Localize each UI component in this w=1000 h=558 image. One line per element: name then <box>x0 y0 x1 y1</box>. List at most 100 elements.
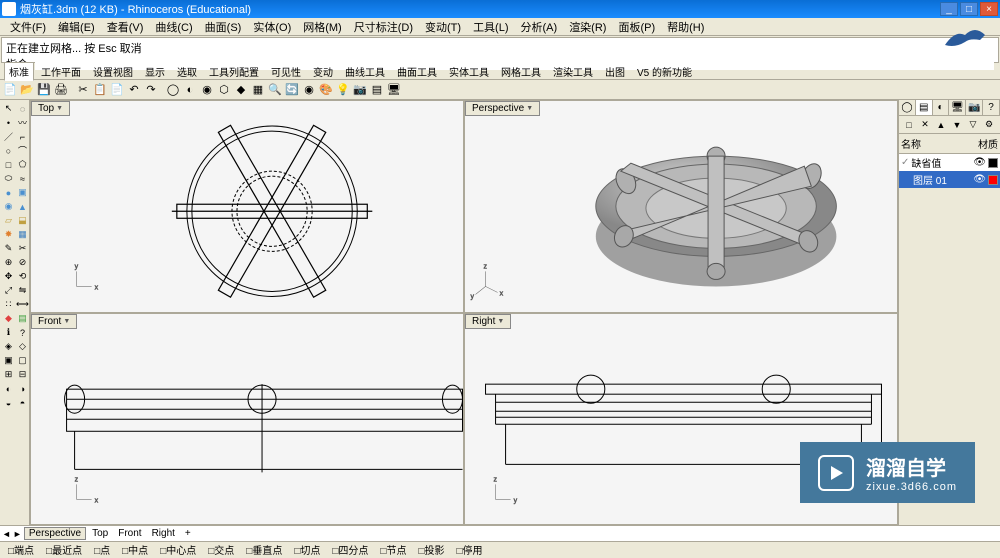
osnap-end[interactable]: □端点 <box>4 541 38 558</box>
tool-x6-icon[interactable]: ⊟ <box>16 368 29 381</box>
panel-tab-camera-icon[interactable]: 📷 <box>966 100 983 115</box>
polygon-icon[interactable]: ⬠ <box>16 158 29 171</box>
tool-m-icon[interactable]: ▤ <box>369 82 385 98</box>
tab-standard[interactable]: 标准 <box>4 62 34 81</box>
layer-new-icon[interactable]: □ <box>901 117 917 133</box>
tab-display[interactable]: 显示 <box>140 62 170 81</box>
layer-down-icon[interactable]: ▼ <box>949 117 965 133</box>
panel-tab-properties-icon[interactable]: ◯ <box>899 100 916 115</box>
move-icon[interactable]: ✥ <box>2 270 15 283</box>
tool-x1-icon[interactable]: ◈ <box>2 340 15 353</box>
extrude-icon[interactable]: ⬓ <box>16 214 29 227</box>
view-tab-right[interactable]: Right <box>148 528 179 539</box>
surface-icon[interactable]: ▱ <box>2 214 15 227</box>
tab-curvetools[interactable]: 曲线工具 <box>340 62 390 81</box>
tool-x9-icon[interactable]: ◒ <box>2 396 15 409</box>
layer-color-swatch[interactable] <box>988 158 998 168</box>
tool-f-icon[interactable]: ▦ <box>250 82 266 98</box>
tool-x5-icon[interactable]: ⊞ <box>2 368 15 381</box>
layer-icon[interactable]: ▤ <box>16 312 29 325</box>
menu-analyze[interactable]: 分析(A) <box>515 18 564 36</box>
sphere-icon[interactable]: ● <box>2 186 15 199</box>
menu-curve[interactable]: 曲线(C) <box>149 18 198 36</box>
tab-layout[interactable]: 工具列配置 <box>204 62 264 81</box>
layer-tools-icon[interactable]: ⚙ <box>981 117 997 133</box>
osnap-mid[interactable]: □中点 <box>118 541 152 558</box>
dim-icon[interactable]: ⟷ <box>16 298 29 311</box>
viewport-right-label[interactable]: Right <box>465 314 511 329</box>
tab-rendertools[interactable]: 渲染工具 <box>548 62 598 81</box>
viewport-front-label[interactable]: Front <box>31 314 77 329</box>
tool-l-icon[interactable]: 📷 <box>352 82 368 98</box>
menu-view[interactable]: 查看(V) <box>101 18 150 36</box>
join-icon[interactable]: ⊕ <box>2 256 15 269</box>
osnap-quad[interactable]: □四分点 <box>328 541 372 558</box>
osnap-disable[interactable]: □停用 <box>453 541 487 558</box>
layer-row-01[interactable]: 图层 01 👁 <box>899 171 1000 188</box>
menu-solid[interactable]: 实体(O) <box>247 18 297 36</box>
layer-visible-icon[interactable]: 👁 <box>973 157 986 168</box>
point-icon[interactable]: • <box>2 116 15 129</box>
tool-n-icon[interactable]: 🖥 <box>386 82 402 98</box>
new-icon[interactable]: 📄 <box>2 82 18 98</box>
view-tab-top[interactable]: Top <box>88 528 112 539</box>
viewport-perspective[interactable]: Perspective <box>465 101 897 312</box>
tab-transform2[interactable]: 变动 <box>308 62 338 81</box>
tab-scroll-left-icon[interactable]: ◄ <box>2 529 11 539</box>
menu-dimension[interactable]: 尺寸标注(D) <box>348 18 419 36</box>
menu-help[interactable]: 帮助(H) <box>661 18 710 36</box>
tool-b-icon[interactable]: ◐ <box>182 82 198 98</box>
menu-transform[interactable]: 变动(T) <box>419 18 467 36</box>
osnap-tan[interactable]: □切点 <box>290 541 324 558</box>
tool-x7-icon[interactable]: ◐ <box>2 382 15 395</box>
split-icon[interactable]: ⊘ <box>16 256 29 269</box>
arc-icon[interactable]: ⌒ <box>16 144 29 157</box>
viewport-top-label[interactable]: Top <box>31 101 70 116</box>
layer-01-visible-icon[interactable]: 👁 <box>973 174 986 185</box>
print-icon[interactable]: 🖨 <box>53 82 69 98</box>
rect-icon[interactable]: □ <box>2 158 15 171</box>
tool-c-icon[interactable]: ◉ <box>199 82 215 98</box>
layer-row-default[interactable]: ✓ 缺省值 👁 <box>899 154 1000 171</box>
menu-render[interactable]: 渲染(R) <box>563 18 612 36</box>
layer-up-icon[interactable]: ▲ <box>933 117 949 133</box>
open-icon[interactable]: 📂 <box>19 82 35 98</box>
layer-01-color-swatch[interactable] <box>988 175 998 185</box>
view-tab-perspective[interactable]: Perspective <box>24 527 86 540</box>
cone-icon[interactable]: ▲ <box>16 200 29 213</box>
lasso-icon[interactable]: ◌ <box>16 102 29 115</box>
cut-icon[interactable]: ✂ <box>75 82 91 98</box>
viewport-perspective-label[interactable]: Perspective <box>465 101 540 116</box>
tool-h-icon[interactable]: 🔄 <box>284 82 300 98</box>
cylinder-icon[interactable]: ◉ <box>2 200 15 213</box>
viewport-top[interactable]: Top xy <box>31 101 463 312</box>
tool-d-icon[interactable]: ⬡ <box>216 82 232 98</box>
tool-i-icon[interactable]: ◉ <box>301 82 317 98</box>
paste-icon[interactable]: 📄 <box>109 82 125 98</box>
rotate-icon[interactable]: ⟲ <box>16 270 29 283</box>
tool-a-icon[interactable]: ◯ <box>165 82 181 98</box>
tab-visibility[interactable]: 可见性 <box>266 62 306 81</box>
prop-icon[interactable]: ℹ <box>2 326 15 339</box>
box-icon[interactable]: ▣ <box>16 186 29 199</box>
tab-setview[interactable]: 设置视图 <box>88 62 138 81</box>
panel-tab-layers-icon[interactable]: ▤ <box>916 100 933 115</box>
osnap-perp[interactable]: □垂直点 <box>242 541 286 558</box>
close-button[interactable]: × <box>980 2 998 16</box>
menu-mesh[interactable]: 网格(M) <box>297 18 348 36</box>
panel-tab-help-icon[interactable]: ? <box>983 100 1000 115</box>
tool-x8-icon[interactable]: ◑ <box>16 382 29 395</box>
tab-v5new[interactable]: V5 的新功能 <box>632 62 697 81</box>
tab-solidtools[interactable]: 实体工具 <box>444 62 494 81</box>
tab-scroll-right-icon[interactable]: ► <box>13 529 22 539</box>
layer-filter-icon[interactable]: ▽ <box>965 117 981 133</box>
trim-icon[interactable]: ✂ <box>16 242 29 255</box>
osnap-cen[interactable]: □中心点 <box>156 541 200 558</box>
tab-meshtools[interactable]: 网格工具 <box>496 62 546 81</box>
tool-k-icon[interactable]: 💡 <box>335 82 351 98</box>
circle-icon[interactable]: ○ <box>2 144 15 157</box>
layer-del-icon[interactable]: ✕ <box>917 117 933 133</box>
menu-file[interactable]: 文件(F) <box>4 18 52 36</box>
polyline-icon[interactable]: ⌐ <box>16 130 29 143</box>
osnap-point[interactable]: □点 <box>90 541 114 558</box>
